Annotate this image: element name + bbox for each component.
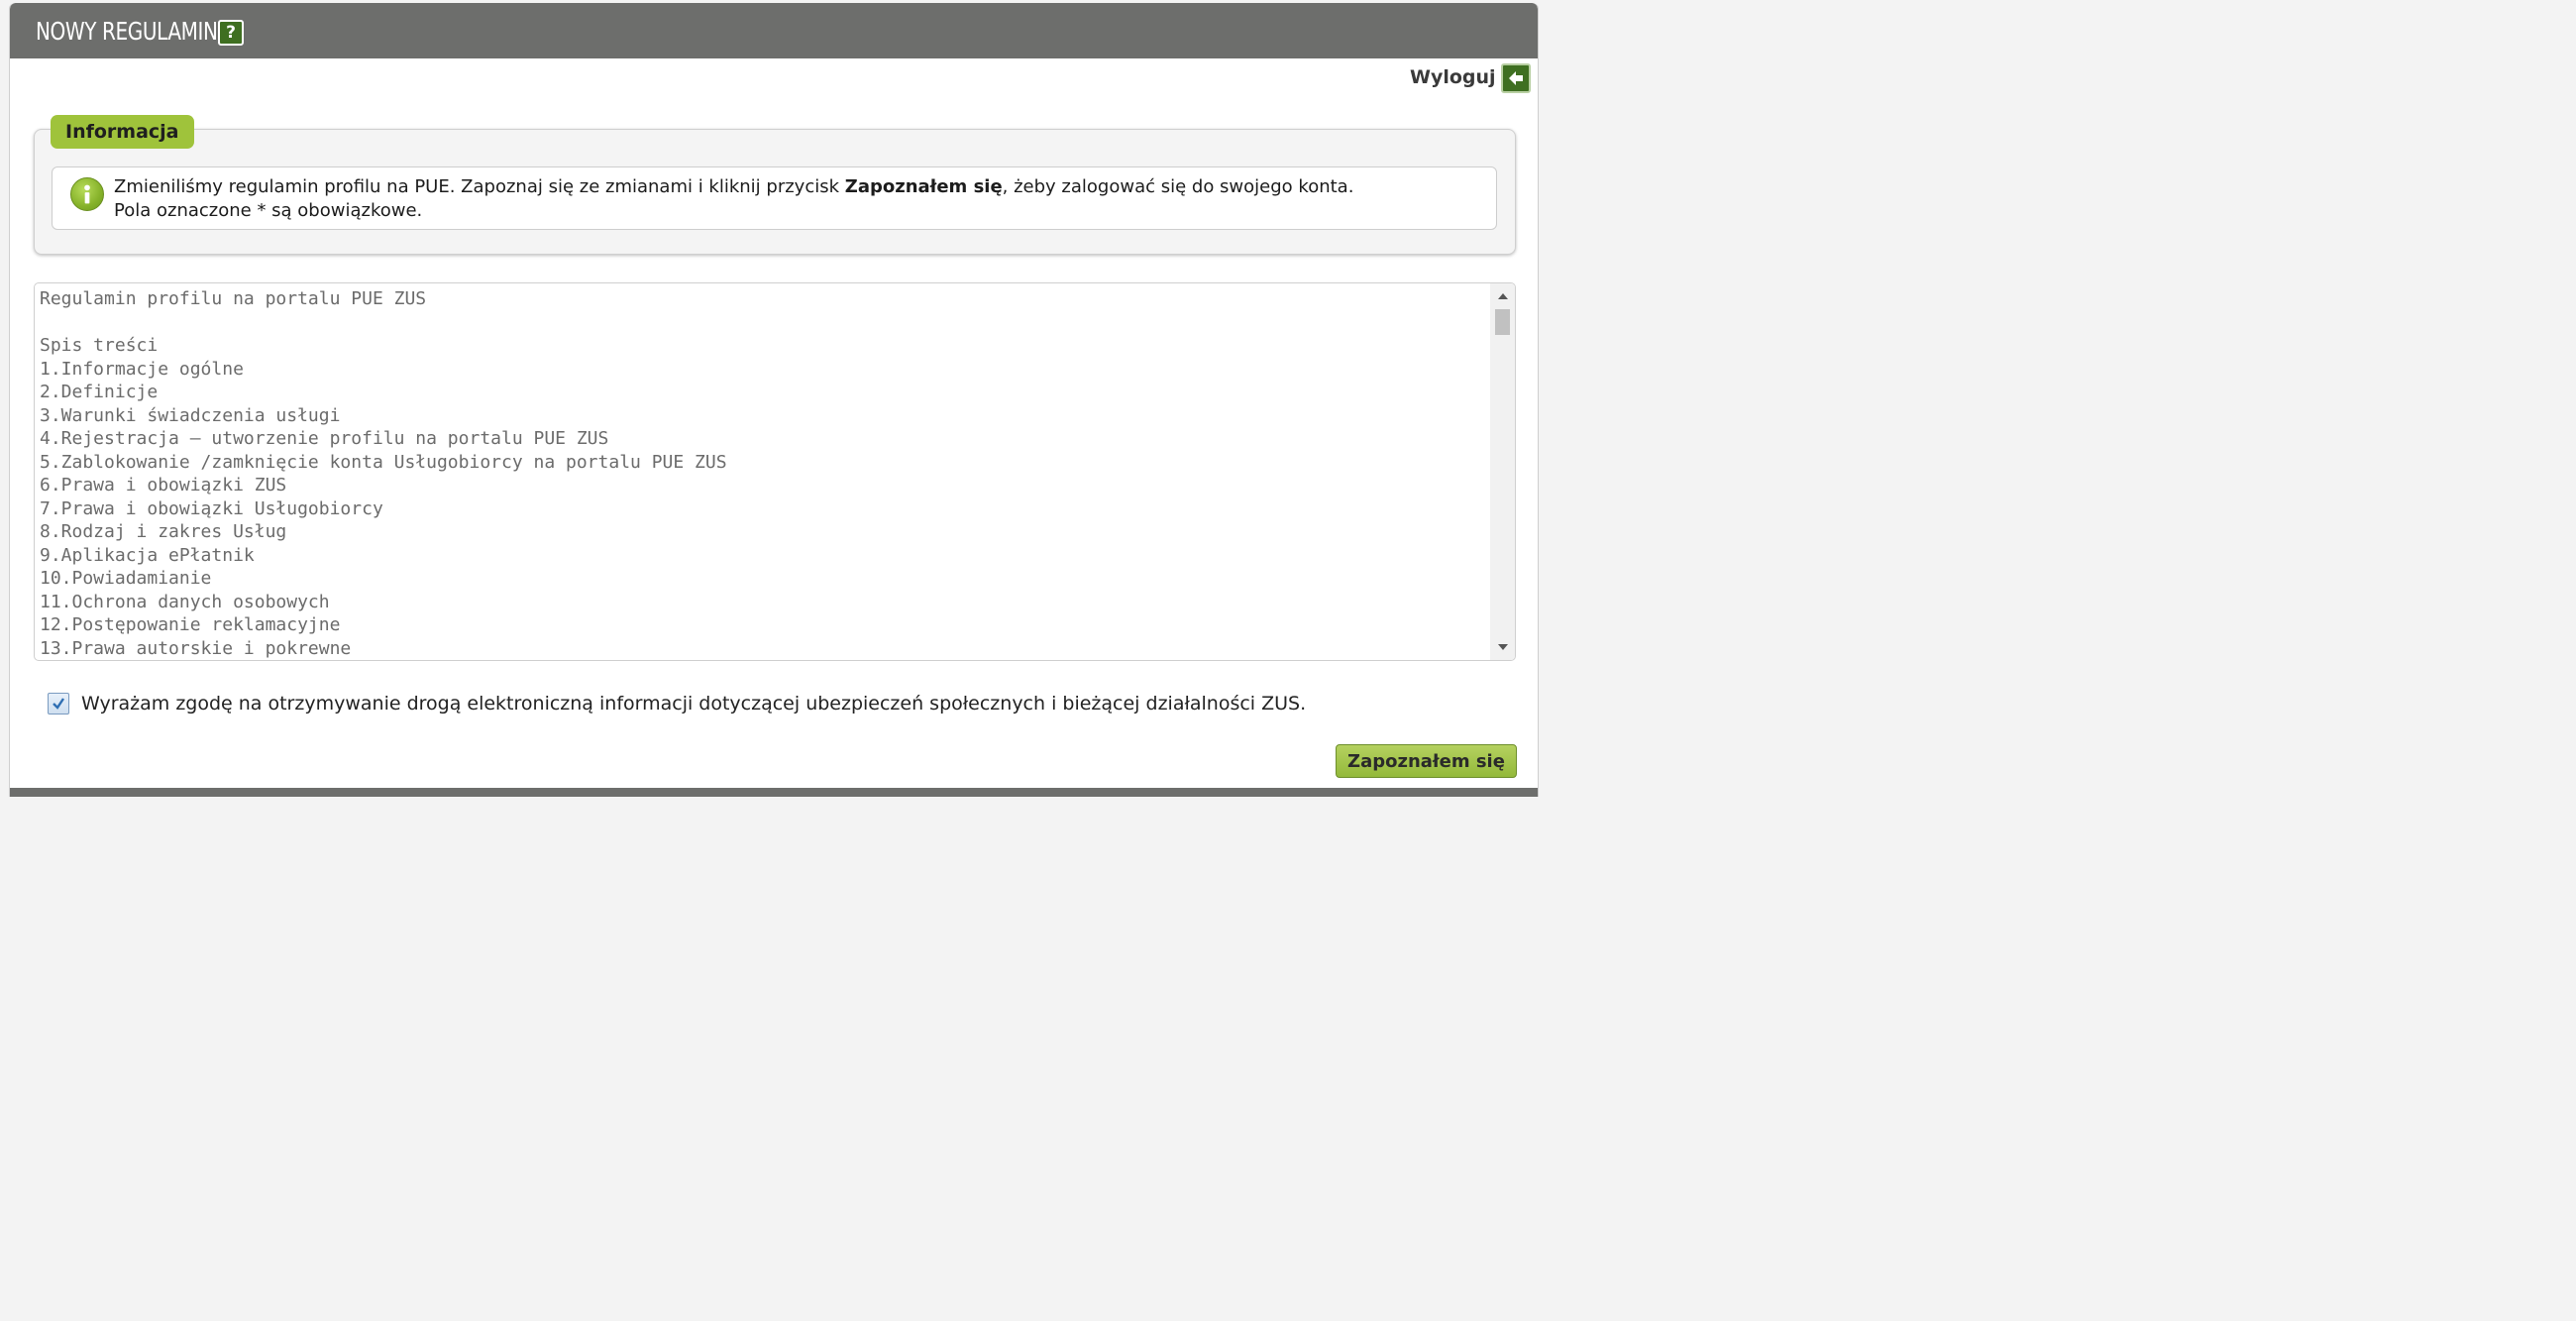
regulations-scrollbar[interactable] [1490,283,1515,660]
page-title: NOWY REGULAMIN [36,17,218,46]
info-line-2: Pola oznaczone * są obowiązkowe. [114,200,423,221]
consent-label: Wyrażam zgodę na otrzymywanie drogą elek… [81,693,1307,715]
info-message: Zmieniliśmy regulamin profilu na PUE. Za… [52,166,1497,230]
help-icon: ? [226,23,236,43]
scroll-up-button[interactable] [1490,285,1515,307]
scroll-down-button[interactable] [1490,636,1515,658]
scroll-thumb[interactable] [1495,309,1510,335]
acknowledge-button[interactable]: Zapoznałem się [1336,744,1517,778]
info-tab-label: Informacja [51,115,194,149]
triangle-down-icon [1497,644,1508,650]
page-header: NOWY REGULAMIN ? [10,3,1538,58]
info-line-1-before: Zmieniliśmy regulamin profilu na PUE. Za… [114,176,845,197]
info-line-1: Zmieniliśmy regulamin profilu na PUE. Za… [114,175,1353,199]
logout-link[interactable]: Wyloguj [1410,66,1496,88]
info-text: Zmieniliśmy regulamin profilu na PUE. Za… [114,175,1353,223]
logout-button[interactable] [1501,63,1531,93]
help-button[interactable]: ? [218,20,244,46]
info-line-1-bold: Zapoznałem się [844,176,1003,197]
main-panel: NOWY REGULAMIN ? Wyloguj Informacja Zmie… [9,3,1539,797]
info-line-1-after: , żeby zalogować się do swojego konta. [1002,176,1354,197]
info-icon [70,177,104,211]
consent-checkbox[interactable] [48,693,69,715]
regulations-text: Regulamin profilu na portalu PUE ZUS Spi… [40,288,727,659]
regulations-textarea[interactable]: Regulamin profilu na portalu PUE ZUS Spi… [34,282,1516,661]
arrow-left-icon [1509,71,1523,85]
checkmark-icon [53,698,64,710]
footer-bar [10,788,1538,797]
triangle-up-icon [1497,293,1508,299]
